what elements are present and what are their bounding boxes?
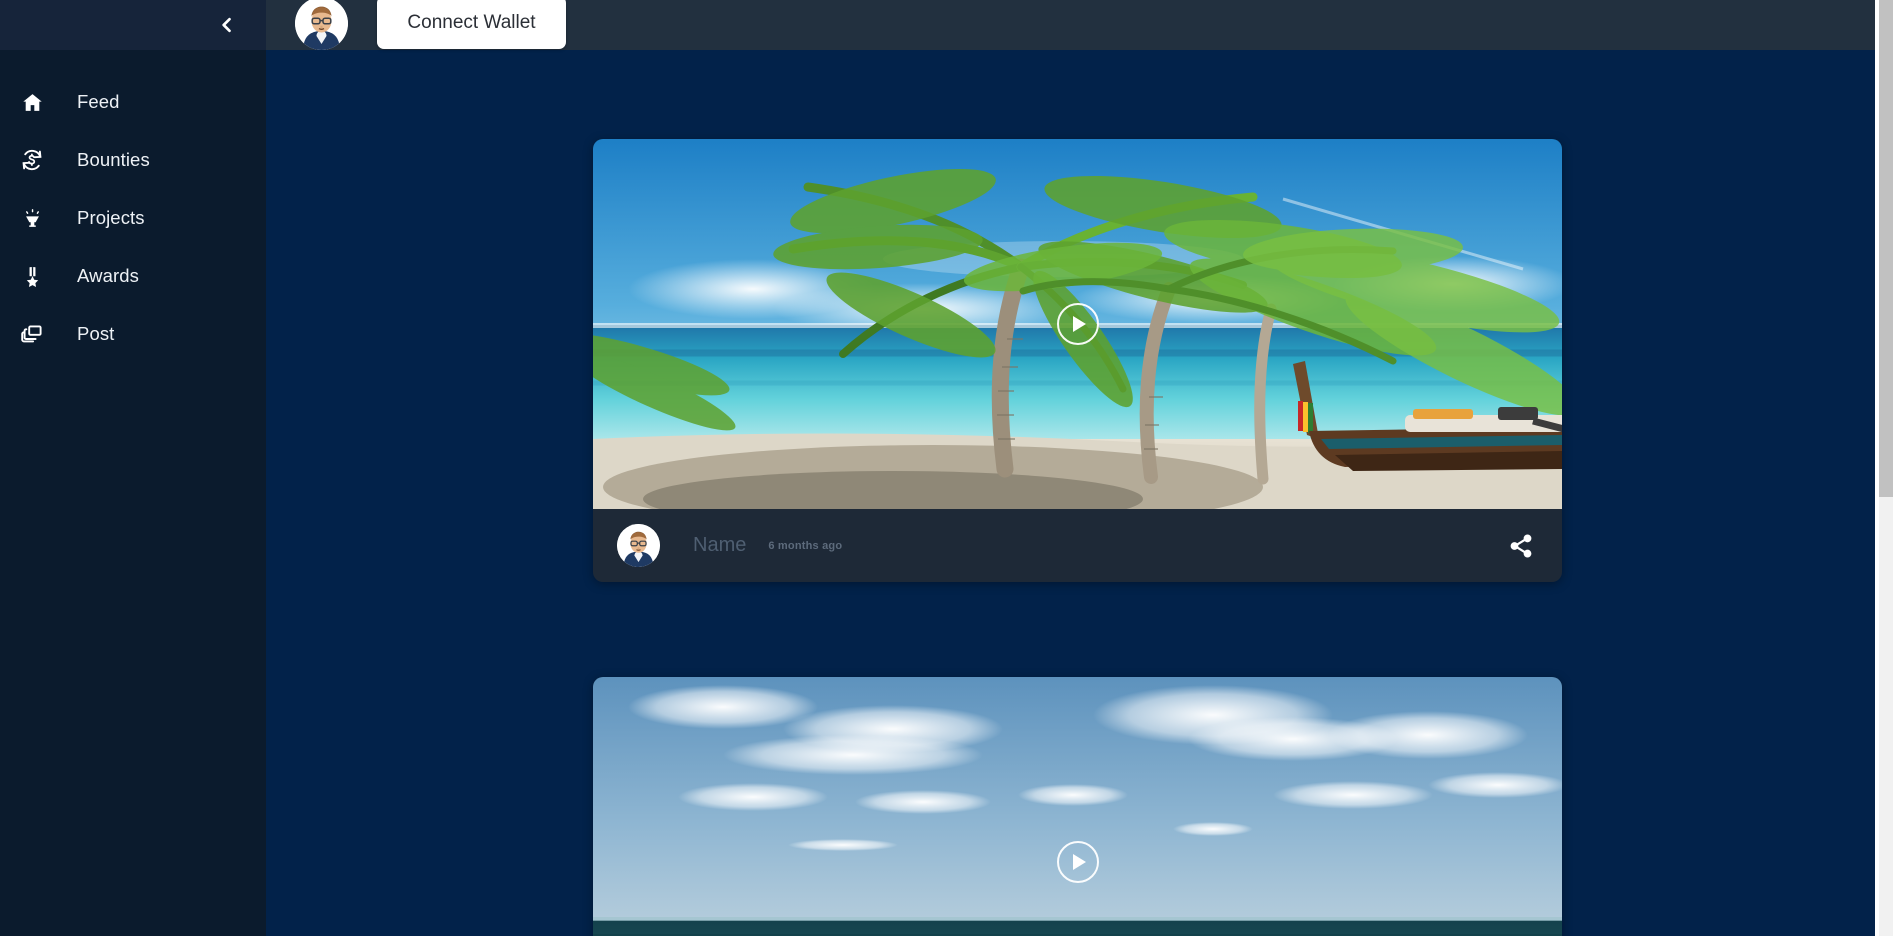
post-media-video[interactable]: [593, 677, 1562, 936]
avatar[interactable]: [617, 524, 660, 567]
sidebar-item-label-projects: Projects: [77, 207, 145, 228]
sidebar-item-label-bounties: Bounties: [77, 149, 150, 170]
app-root: Feed Bounties Projects Awards Post Conne…: [0, 0, 1893, 936]
connect-wallet-button[interactable]: Connect Wallet: [377, 0, 566, 49]
vertical-scrollbar-thumb[interactable]: [1879, 0, 1893, 497]
sidebar-item-label-feed: Feed: [77, 91, 120, 112]
post-timestamp: 6 months ago: [768, 539, 843, 552]
sidebar-item-feed[interactable]: Feed: [0, 73, 266, 131]
post-card: [593, 677, 1562, 936]
ocean-horizon-image: [593, 677, 1562, 936]
connect-wallet-label: Connect Wallet: [407, 11, 536, 33]
sidebar-item-bounties[interactable]: Bounties: [0, 131, 266, 189]
sidebar-item-label-post: Post: [77, 323, 115, 344]
home-icon: [7, 91, 57, 114]
sidebar-nav: Feed Bounties Projects Awards Post: [0, 50, 266, 363]
layers-icon: [7, 322, 57, 346]
post-media-video[interactable]: [593, 139, 1562, 509]
sidebar-header: [0, 0, 266, 50]
play-circle-icon[interactable]: [1056, 841, 1099, 883]
post-card: Name 6 months ago: [593, 139, 1562, 582]
feed-main: Name 6 months ago: [266, 50, 1879, 936]
sidebar-item-label-awards: Awards: [77, 265, 139, 286]
sidebar: Feed Bounties Projects Awards Post: [0, 0, 266, 936]
avatar-illustration: [617, 524, 660, 567]
top-bar: Connect Wallet: [266, 0, 1879, 50]
share-button[interactable]: [1506, 531, 1536, 561]
play-triangle: [1073, 854, 1086, 870]
sidebar-item-projects[interactable]: Projects: [0, 189, 266, 247]
medal-icon: [7, 265, 57, 288]
sidebar-item-awards[interactable]: Awards: [0, 247, 266, 305]
currency-refresh-icon: [7, 148, 57, 172]
play-circle-icon[interactable]: [1056, 303, 1099, 345]
post-author-name: Name: [693, 534, 747, 556]
sidebar-collapse-button[interactable]: [214, 12, 240, 38]
share-icon: [1510, 534, 1532, 557]
avatar[interactable]: [295, 0, 348, 50]
spotlight-lamp-icon: [7, 207, 57, 230]
avatar-illustration: [295, 0, 348, 50]
play-triangle: [1073, 316, 1086, 332]
post-footer: Name 6 months ago: [593, 509, 1562, 582]
sidebar-item-post[interactable]: Post: [0, 305, 266, 363]
chevron-left-icon: [222, 17, 231, 33]
